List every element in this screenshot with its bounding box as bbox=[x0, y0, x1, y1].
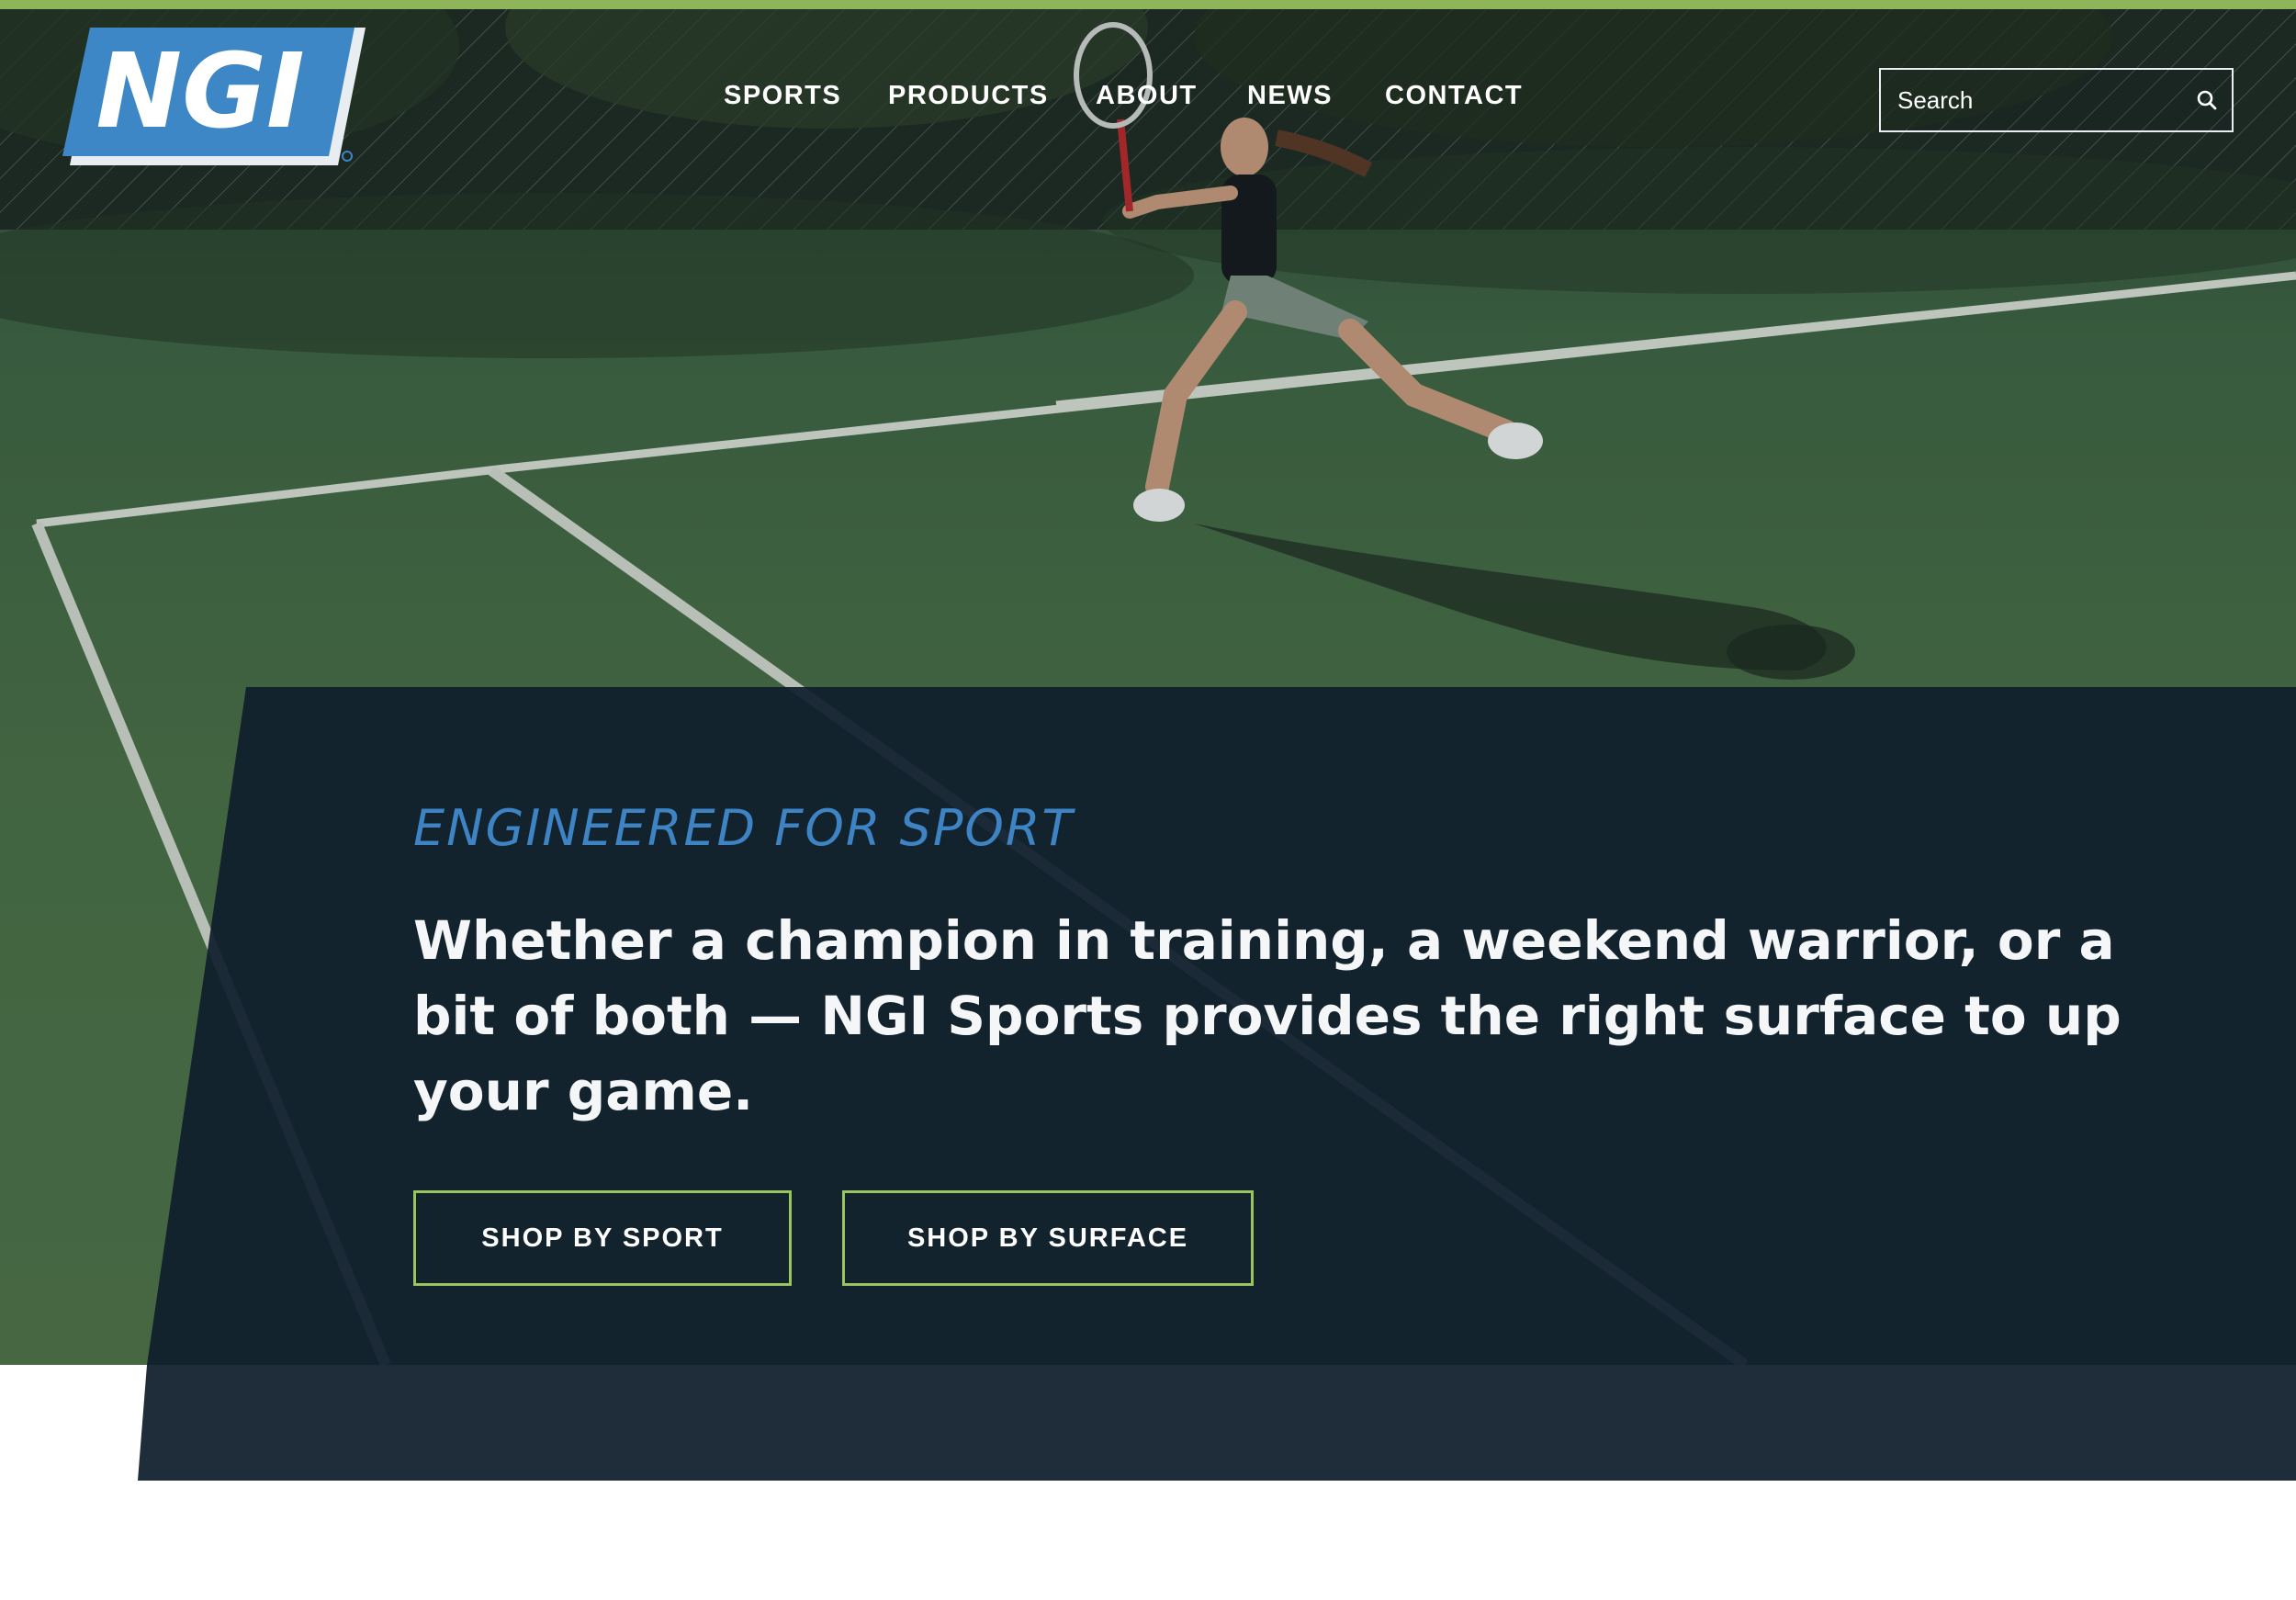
nav-item-sports[interactable]: SPORTS bbox=[724, 81, 841, 111]
shop-by-sport-button[interactable]: SHOP BY SPORT bbox=[413, 1190, 792, 1286]
hero-image bbox=[0, 9, 2296, 1365]
hero-eyebrow: ENGINEERED FOR SPORT bbox=[413, 799, 1075, 857]
top-accent-bar bbox=[0, 0, 2296, 9]
nav-item-products[interactable]: PRODUCTS bbox=[888, 81, 1049, 111]
search-icon[interactable] bbox=[2195, 88, 2219, 112]
shop-by-surface-button[interactable]: SHOP BY SURFACE bbox=[842, 1190, 1254, 1286]
nav-item-about[interactable]: ABOUT bbox=[1096, 81, 1198, 111]
nav-item-news[interactable]: NEWS bbox=[1247, 81, 1333, 111]
hero-headline: Whether a champion in training, a weeken… bbox=[413, 909, 2122, 1122]
tennis-court-scene bbox=[0, 9, 2296, 1365]
hero-content: ENGINEERED FOR SPORT Whether a champion … bbox=[413, 799, 2158, 1286]
search-input[interactable] bbox=[1881, 70, 2175, 130]
nav-item-contact[interactable]: CONTACT bbox=[1385, 81, 1523, 111]
search-box bbox=[1879, 68, 2234, 132]
page: NGI SPORTS PRODUCTS ABOUT NEWS CONTACT E… bbox=[0, 0, 2296, 1600]
